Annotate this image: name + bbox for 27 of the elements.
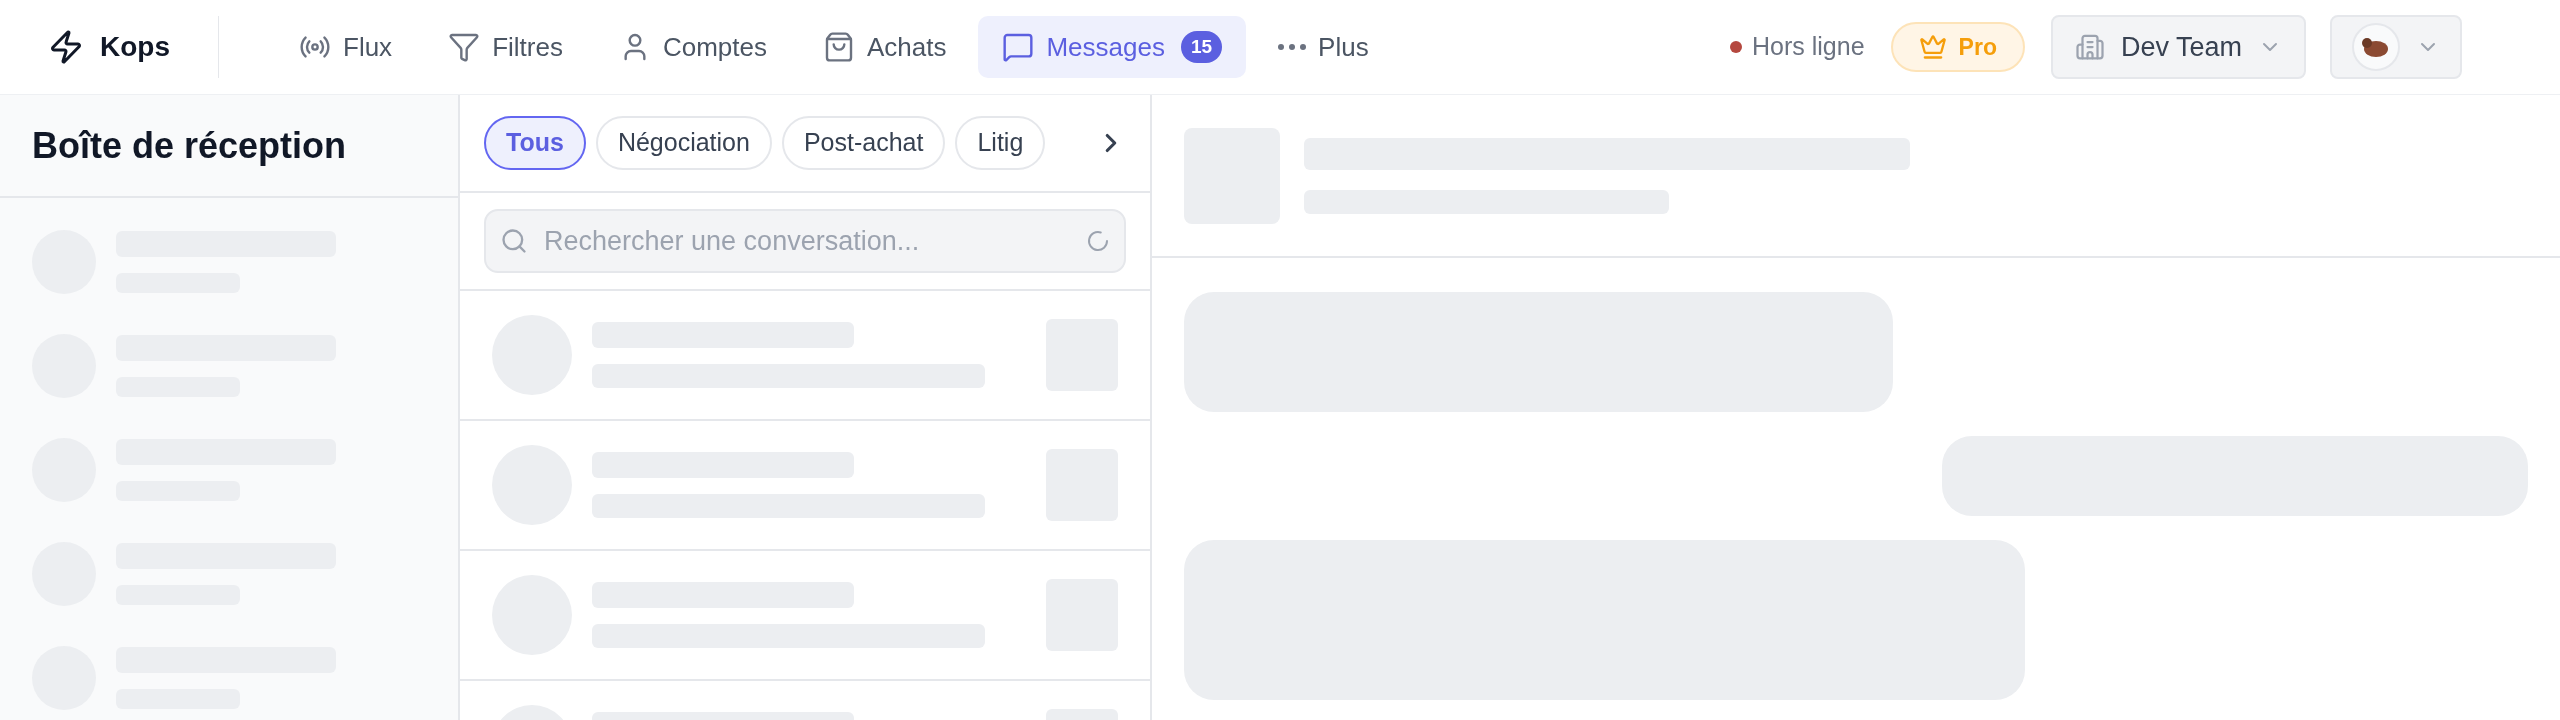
search-field[interactable]: Rechercher une conversation... — [484, 209, 1126, 273]
nav-tab[interactable]: Flux — [275, 16, 417, 78]
search-icon — [500, 227, 528, 255]
brand-name: Kops — [100, 30, 170, 64]
more-icon — [1278, 44, 1307, 50]
filter-chip[interactable]: Post-achat — [781, 116, 946, 170]
nav-tab[interactable]: Messages 15 — [978, 16, 1247, 78]
lightning-logo-icon — [48, 29, 84, 65]
avatar-icon — [2352, 23, 2400, 71]
team-selector[interactable]: Dev Team — [2050, 15, 2306, 79]
nav-tab[interactable]: Plus — [1254, 16, 1393, 78]
crown-icon — [1918, 33, 1947, 61]
status-label: Hors ligne — [1752, 31, 1865, 63]
filter-chip[interactable]: Litig — [955, 116, 1046, 170]
nav-tab[interactable]: Comptes — [594, 16, 791, 78]
filter-chip[interactable]: Tous — [484, 116, 586, 170]
nav-tab[interactable]: Filtres — [424, 16, 587, 78]
filter-chip[interactable]: Négociation — [595, 116, 772, 170]
pro-badge: Pro — [1890, 22, 2025, 72]
building-icon — [2074, 32, 2105, 62]
count-badge: 15 — [1180, 30, 1223, 64]
inbox-title: Boîte de réception — [32, 123, 347, 168]
message-icon — [1002, 31, 1035, 63]
loading-spinner-icon — [1086, 229, 1110, 253]
nav-tab[interactable]: Achats — [798, 16, 971, 78]
account-menu-button[interactable] — [2330, 15, 2462, 79]
filter-icon — [448, 31, 481, 63]
